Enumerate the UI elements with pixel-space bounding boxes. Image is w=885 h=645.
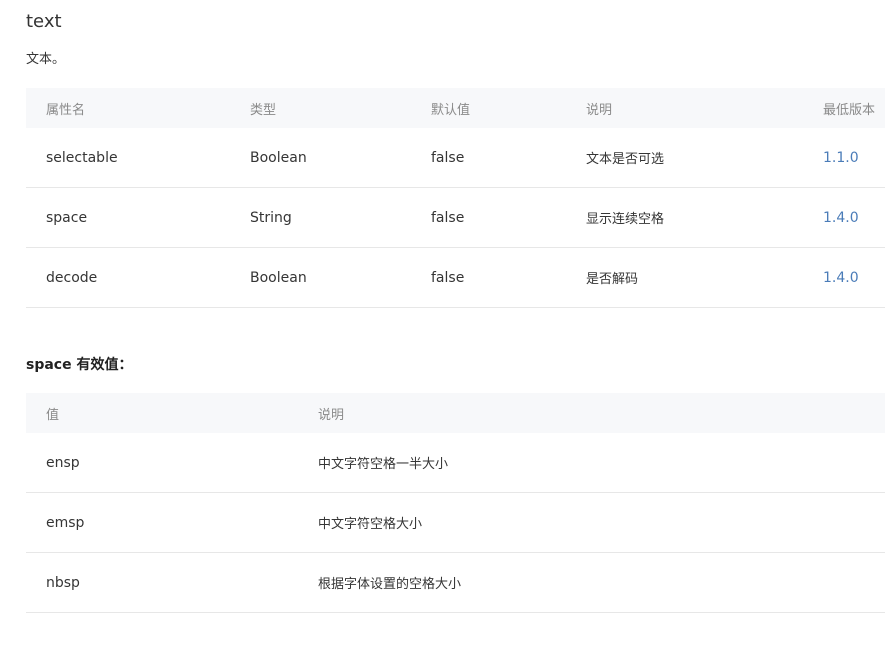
attr-default-cell: false bbox=[411, 128, 566, 188]
attr-description-cell: 文本是否可选 bbox=[566, 128, 803, 188]
table-row: selectable Boolean false 文本是否可选 1.1.0 bbox=[26, 128, 885, 188]
attr-default-cell: false bbox=[411, 247, 566, 308]
table-header-row: 值 说明 bbox=[26, 393, 885, 433]
header-description: 说明 bbox=[566, 88, 803, 128]
value-description-cell: 中文字符空格一半大小 bbox=[298, 433, 885, 493]
value-cell: ensp bbox=[26, 433, 298, 493]
table-row: space String false 显示连续空格 1.4.0 bbox=[26, 187, 885, 248]
value-description-cell: 中文字符空格大小 bbox=[298, 492, 885, 553]
version-link[interactable]: 1.4.0 bbox=[803, 187, 885, 248]
attr-default-cell: false bbox=[411, 187, 566, 248]
page-title: text bbox=[26, 11, 62, 32]
header-type: 类型 bbox=[230, 88, 411, 128]
table-row: emsp 中文字符空格大小 bbox=[26, 492, 885, 553]
value-description-cell: 根据字体设置的空格大小 bbox=[298, 552, 885, 613]
attr-name-cell: selectable bbox=[26, 128, 230, 188]
attr-description-cell: 显示连续空格 bbox=[566, 187, 803, 248]
table-row: ensp 中文字符空格一半大小 bbox=[26, 433, 885, 493]
attr-type-cell: Boolean bbox=[230, 128, 411, 188]
header-min-version: 最低版本 bbox=[803, 88, 885, 128]
component-description: 文本。 bbox=[26, 52, 66, 67]
header-description: 说明 bbox=[298, 393, 885, 433]
header-value: 值 bbox=[26, 393, 298, 433]
version-link[interactable]: 1.1.0 bbox=[803, 128, 885, 188]
table-row: decode Boolean false 是否解码 1.4.0 bbox=[26, 247, 885, 308]
header-attr-name: 属性名 bbox=[26, 88, 230, 128]
version-link[interactable]: 1.4.0 bbox=[803, 247, 885, 308]
value-cell: nbsp bbox=[26, 552, 298, 613]
header-default: 默认值 bbox=[411, 88, 566, 128]
attr-name-cell: space bbox=[26, 187, 230, 248]
space-values-heading: space 有效值： bbox=[26, 357, 133, 373]
table-header-row: 属性名 类型 默认值 说明 最低版本 bbox=[26, 88, 885, 128]
attr-type-cell: String bbox=[230, 187, 411, 248]
attributes-table: 属性名 类型 默认值 说明 最低版本 selectable Boolean fa… bbox=[26, 88, 885, 308]
attr-description-cell: 是否解码 bbox=[566, 247, 803, 308]
attr-name-cell: decode bbox=[26, 247, 230, 308]
table-row: nbsp 根据字体设置的空格大小 bbox=[26, 552, 885, 613]
attr-type-cell: Boolean bbox=[230, 247, 411, 308]
value-cell: emsp bbox=[26, 492, 298, 553]
space-values-table: 值 说明 ensp 中文字符空格一半大小 emsp 中文字符空格大小 nbsp … bbox=[26, 393, 885, 613]
